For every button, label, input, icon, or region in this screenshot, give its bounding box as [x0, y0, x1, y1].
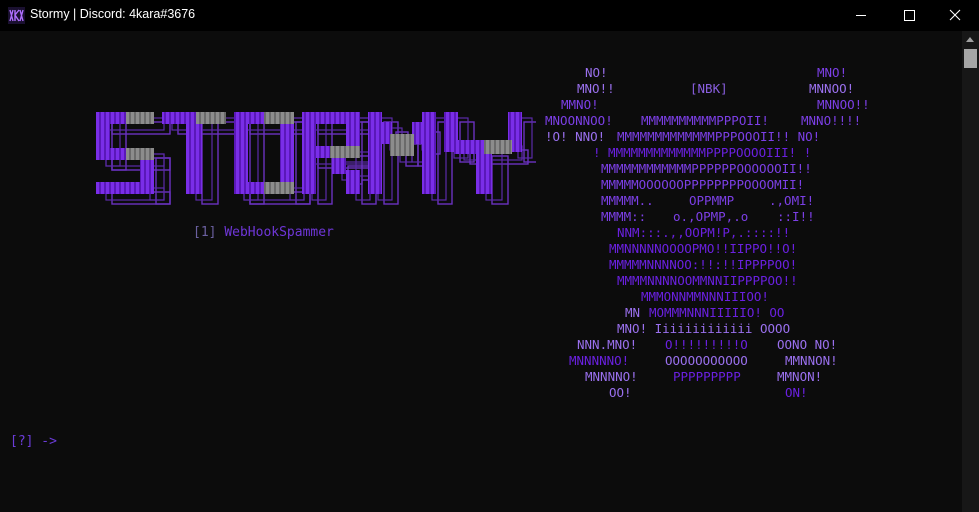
ascii-text: MNNO!!!!: [801, 113, 862, 128]
ascii-text: !O! NNO!: [545, 129, 606, 144]
minimize-button[interactable]: [838, 0, 884, 31]
window-title: Stormy | Discord: 4kara#3676: [30, 7, 196, 21]
ascii-text: MMMONNMMNNNIIIOO!: [641, 289, 769, 304]
ascii-text: ! MMMMMMMMMMMMMPPPPOOOOIII! !: [593, 145, 812, 160]
ascii-text: OOOOOOOOOOO: [665, 353, 748, 368]
ascii-text: MMMMMOOOOOOPPPPPPPPOOOOMII!: [601, 177, 805, 192]
scroll-up-arrow-icon[interactable]: [966, 37, 974, 42]
ascii-text: [NBK]: [690, 81, 728, 96]
ascii-text: MMNO!: [561, 97, 599, 112]
ascii-text: NNM:::.,,OOPM!P,.::::!!: [617, 225, 791, 240]
ascii-text: OPPMMP: [689, 193, 735, 208]
ascii-text: MOMMMNNNIIIIIO! OO: [649, 305, 785, 320]
close-button[interactable]: [932, 0, 978, 31]
ascii-text: ::I!!: [777, 209, 815, 224]
minimize-icon: [856, 15, 866, 16]
app-icon: [8, 7, 25, 24]
scroll-thumb[interactable]: [964, 49, 977, 68]
ascii-text: MN: [625, 305, 641, 320]
ascii-text: MNO!!: [577, 81, 615, 96]
ascii-text: MNNNNNO!: [569, 353, 630, 368]
maximize-icon: [904, 10, 915, 21]
ascii-text: o.,OPMP,.o: [673, 209, 749, 224]
ascii-text: MMMMMMMMMMMMMPPPOOOII!! NO!: [617, 129, 821, 144]
ascii-text: MNNOO!!: [817, 97, 870, 112]
ascii-text: .,OMI!: [769, 193, 815, 208]
ascii-text: MMNON!: [777, 369, 823, 384]
stormy-logo-graphic: [96, 112, 539, 205]
ascii-text: MMNNON!: [785, 353, 838, 368]
title-bar[interactable]: Stormy | Discord: 4kara#3676: [0, 0, 979, 31]
vertical-scrollbar[interactable]: [962, 31, 979, 512]
ascii-text: MMMMNNNNOOMMNNIIPPPPOO!!: [617, 273, 798, 288]
ascii-text: MMMMMMMMMMMMPPPPPPOOOOOOII!!: [601, 161, 812, 176]
ascii-text: OONO NO!: [777, 337, 838, 352]
ascii-text: ON!: [785, 385, 808, 400]
ascii-text: MNNNNO!: [585, 369, 638, 384]
ascii-text: MMNNNNNOOOOPMO!!IIPPO!!O!: [609, 241, 798, 256]
ascii-text: MMMMMNNNNOO:!!:!!IPPPPOO!: [609, 257, 798, 272]
ascii-text: O!!!!!!!!!O: [665, 337, 748, 352]
ascii-text: NO!: [585, 65, 608, 80]
ascii-text: MMMMM..: [601, 193, 654, 208]
ascii-text: MNO! Iiiiiiiiiiiii OOOO: [617, 321, 791, 336]
ascii-text: MNO!: [817, 65, 848, 80]
close-icon: [949, 9, 961, 21]
ascii-text: MNNOO!: [809, 81, 855, 96]
menu-option-webhookspammer: [1] WebHookSpammer: [193, 224, 334, 241]
ascii-text: MMMMMMMMMMPPPOII!: [641, 113, 769, 128]
input-prompt[interactable]: [?] ->: [10, 433, 57, 450]
maximize-button[interactable]: [886, 0, 932, 31]
menu-option-key: [1]: [193, 225, 217, 240]
ascii-text: PPPPPPPPP: [673, 369, 741, 384]
menu-option-label: WebHookSpammer: [224, 225, 334, 240]
ascii-text: MNOONNOO!: [545, 113, 613, 128]
ascii-text: OO!: [609, 385, 632, 400]
ascii-text: NNN.MNO!: [577, 337, 638, 352]
ascii-text: MMMM::: [601, 209, 647, 224]
